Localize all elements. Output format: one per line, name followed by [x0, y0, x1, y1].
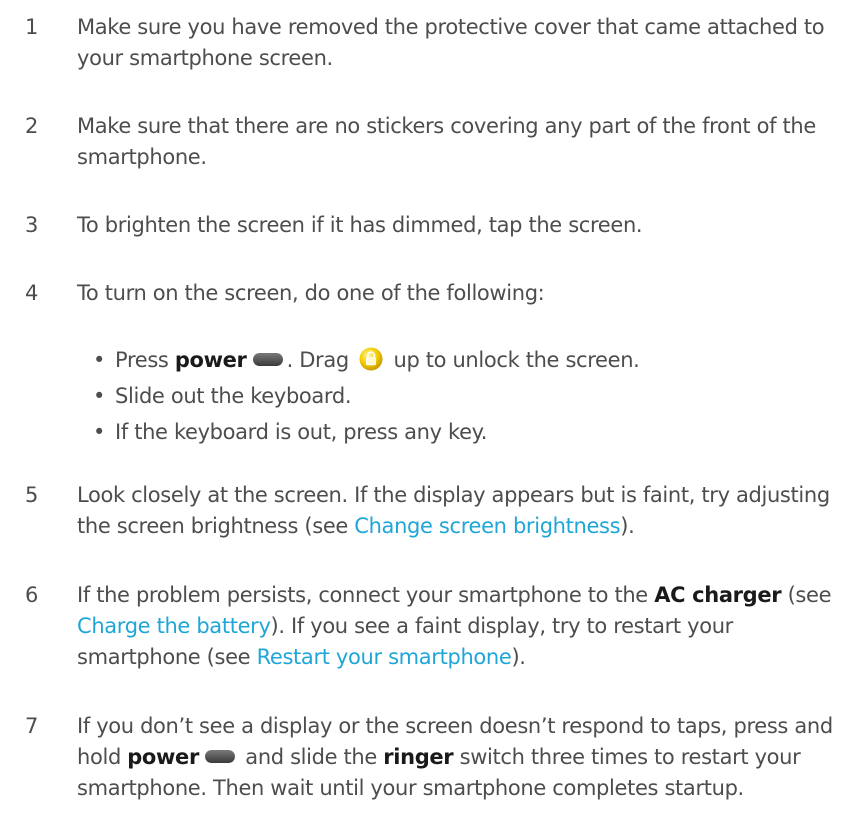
bullet-text: Slide out the keyboard.: [115, 384, 352, 408]
step-number: 3: [25, 213, 39, 237]
step-number: 4: [25, 281, 39, 305]
lock-icon: [359, 347, 383, 371]
bullet-item: • If the keyboard is out, press any key.: [93, 417, 833, 453]
step-text-part: If the problem persists, connect your sm…: [77, 583, 655, 607]
bullet-item: • Slide out the keyboard.: [93, 381, 833, 417]
bullet-text: Press: [115, 348, 175, 372]
power-button-icon: [252, 353, 283, 366]
step-number: 6: [25, 583, 39, 607]
step-text: To turn on the screen, do one of the fol…: [77, 281, 545, 305]
power-label: power: [127, 745, 199, 769]
power-label: power: [174, 348, 247, 372]
power-button-icon: [204, 750, 235, 763]
step-number: 5: [25, 483, 39, 507]
step-text-part: and slide the: [238, 745, 384, 769]
bullet-text: . Drag: [286, 348, 356, 372]
step-text-part: ).: [511, 645, 526, 669]
ringer-label: ringer: [383, 745, 454, 769]
bullet-item: • Press power . Drag up to unlock the scr…: [93, 345, 833, 381]
bullet-dot: •: [93, 420, 106, 444]
bullet-text: If the keyboard is out, press any key.: [115, 420, 488, 444]
step-text: To brighten the screen if it has dimmed,…: [77, 213, 643, 237]
step-number: 7: [25, 714, 39, 738]
step-text: Look closely at the screen. If the displ…: [77, 480, 847, 542]
step-text: If the problem persists, connect your sm…: [77, 580, 847, 673]
step-text: Make sure that there are no stickers cov…: [77, 114, 816, 169]
step-number: 2: [25, 114, 39, 138]
bullet-text: up to unlock the screen.: [387, 348, 640, 372]
bullet-list: • Press power . Drag up to unlock the scr…: [93, 345, 833, 453]
step-number: 1: [25, 15, 39, 39]
step-text-part: ).: [620, 514, 635, 538]
step-text-part: (see: [781, 583, 832, 607]
step-text: If you don’t see a display or the screen…: [77, 711, 847, 804]
restart-your-smartphone-link[interactable]: Restart your smartphone: [257, 645, 512, 669]
ac-charger-label: AC charger: [654, 583, 782, 607]
step-text: Make sure you have removed the protectiv…: [77, 15, 825, 70]
charge-the-battery-link[interactable]: Charge the battery: [77, 614, 271, 638]
troubleshooting-page: 1 Make sure you have removed the protect…: [0, 0, 853, 820]
bullet-dot: •: [93, 384, 106, 408]
bullet-dot: •: [93, 348, 106, 372]
change-screen-brightness-link[interactable]: Change screen brightness: [354, 514, 620, 538]
